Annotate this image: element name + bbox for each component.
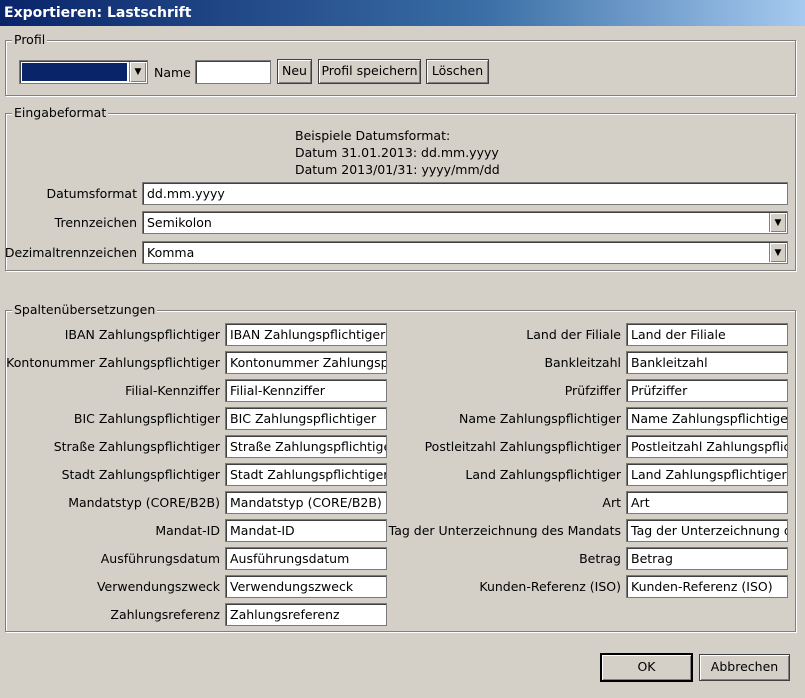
spalte-left-input[interactable]: Straße Zahlungspflichtiger — [225, 435, 387, 458]
spalte-right-input[interactable]: Art — [626, 491, 788, 514]
chevron-down-icon[interactable]: ▼ — [129, 62, 146, 82]
profil-combo[interactable]: ▼ — [19, 60, 148, 84]
ok-button[interactable]: OK — [601, 654, 692, 681]
spalte-left-label: Filial-Kennziffer — [125, 383, 220, 398]
spalte-left-input[interactable]: Kontonummer Zahlungspflichtiger — [225, 351, 387, 374]
spalte-right-label: Betrag — [579, 551, 621, 566]
spalte-left-input[interactable]: Ausführungsdatum — [225, 547, 387, 570]
spalte-left-label: Ausführungsdatum — [100, 551, 220, 566]
spalte-right-label: Kunden-Referenz (ISO) — [479, 579, 621, 594]
spalte-left-input[interactable]: Mandat-ID — [225, 519, 387, 542]
datumsformat-input[interactable]: dd.mm.yyyy — [142, 182, 788, 205]
chevron-down-icon[interactable]: ▼ — [769, 213, 786, 232]
spalte-right-input[interactable]: Postleitzahl Zahlungspflichtiger — [626, 435, 788, 458]
spalte-right-input[interactable]: Name Zahlungspflichtiger — [626, 407, 788, 430]
example-line-1: Beispiele Datumsformat: — [295, 128, 451, 143]
spalte-right-input[interactable]: Bankleitzahl — [626, 351, 788, 374]
spalten-legend: Spaltenübersetzungen — [12, 302, 158, 318]
spalte-left-input[interactable]: BIC Zahlungspflichtiger — [225, 407, 387, 430]
spalte-right-input[interactable]: Betrag — [626, 547, 788, 570]
trennzeichen-select[interactable]: Semikolon ▼ — [142, 211, 788, 234]
spalte-right-label: Postleitzahl Zahlungspflichtiger — [424, 439, 621, 454]
spalte-left-input[interactable]: Verwendungszweck — [225, 575, 387, 598]
spalte-right-label: Land der Filiale — [526, 327, 621, 342]
profil-legend: Profil — [12, 32, 48, 48]
loeschen-button[interactable]: Löschen — [426, 59, 489, 84]
window-title: Exportieren: Lastschrift — [0, 0, 805, 26]
spalte-left-label: Zahlungsreferenz — [110, 607, 220, 622]
spalte-left-label: Straße Zahlungspflichtiger — [53, 439, 220, 454]
eingabeformat-legend: Eingabeformat — [12, 105, 109, 121]
abbrechen-button[interactable]: Abbrechen — [699, 654, 790, 681]
spalte-right-label: Land Zahlungspflichtiger — [465, 467, 621, 482]
spalte-right-input[interactable]: Prüfziffer — [626, 379, 788, 402]
spalte-right-label: Art — [602, 495, 621, 510]
spalte-right-label: Bankleitzahl — [544, 355, 621, 370]
spalte-left-label: Stadt Zahlungspflichtiger — [61, 467, 220, 482]
chevron-down-icon[interactable]: ▼ — [769, 243, 786, 262]
spalte-left-input[interactable]: Filial-Kennziffer — [225, 379, 387, 402]
datumsformat-examples: Beispiele Datumsformat: Datum 31.01.2013… — [295, 127, 500, 178]
neu-button[interactable]: Neu — [277, 59, 312, 84]
dezimal-select[interactable]: Komma ▼ — [142, 241, 788, 264]
spalte-left-label: Mandatstyp (CORE/B2B) — [68, 495, 220, 510]
spalte-left-label: Kontonummer Zahlungspflichtiger — [6, 355, 220, 370]
spalte-left-input[interactable]: Mandatstyp (CORE/B2B) — [225, 491, 387, 514]
profil-name-label: Name — [154, 65, 191, 80]
spalte-right-label: Tag der Unterzeichnung des Mandats — [388, 523, 621, 538]
datumsformat-label: Datumsformat — [46, 186, 137, 201]
profil-combo-selection — [22, 63, 127, 81]
spalte-right-input[interactable]: Kunden-Referenz (ISO) — [626, 575, 788, 598]
spalte-right-input[interactable]: Land Zahlungspflichtiger — [626, 463, 788, 486]
example-line-2: Datum 31.01.2013: dd.mm.yyyy — [295, 145, 499, 160]
spalte-left-input[interactable]: Zahlungsreferenz — [225, 603, 387, 626]
spalte-left-label: Verwendungszweck — [96, 579, 220, 594]
spalte-left-label: BIC Zahlungspflichtiger — [73, 411, 220, 426]
spalte-right-label: Prüfziffer — [564, 383, 621, 398]
profil-speichern-button[interactable]: Profil speichern — [318, 59, 421, 84]
example-line-3: Datum 2013/01/31: yyyy/mm/dd — [295, 162, 500, 177]
profil-name-input[interactable] — [195, 60, 271, 84]
spalte-left-label: IBAN Zahlungspflichtiger — [64, 327, 220, 342]
spalte-left-label: Mandat-ID — [155, 523, 220, 538]
spalte-right-label: Name Zahlungspflichtiger — [459, 411, 621, 426]
trennzeichen-label: Trennzeichen — [54, 215, 137, 230]
dezimal-value: Komma — [147, 245, 195, 260]
spalte-right-input[interactable]: Tag der Unterzeichnung des Mandats — [626, 519, 788, 542]
spalte-right-input[interactable]: Land der Filiale — [626, 323, 788, 346]
spalte-left-input[interactable]: IBAN Zahlungspflichtiger — [225, 323, 387, 346]
spalte-left-input[interactable]: Stadt Zahlungspflichtiger — [225, 463, 387, 486]
dezimal-label: Dezimaltrennzeichen — [4, 245, 137, 260]
trennzeichen-value: Semikolon — [147, 215, 212, 230]
